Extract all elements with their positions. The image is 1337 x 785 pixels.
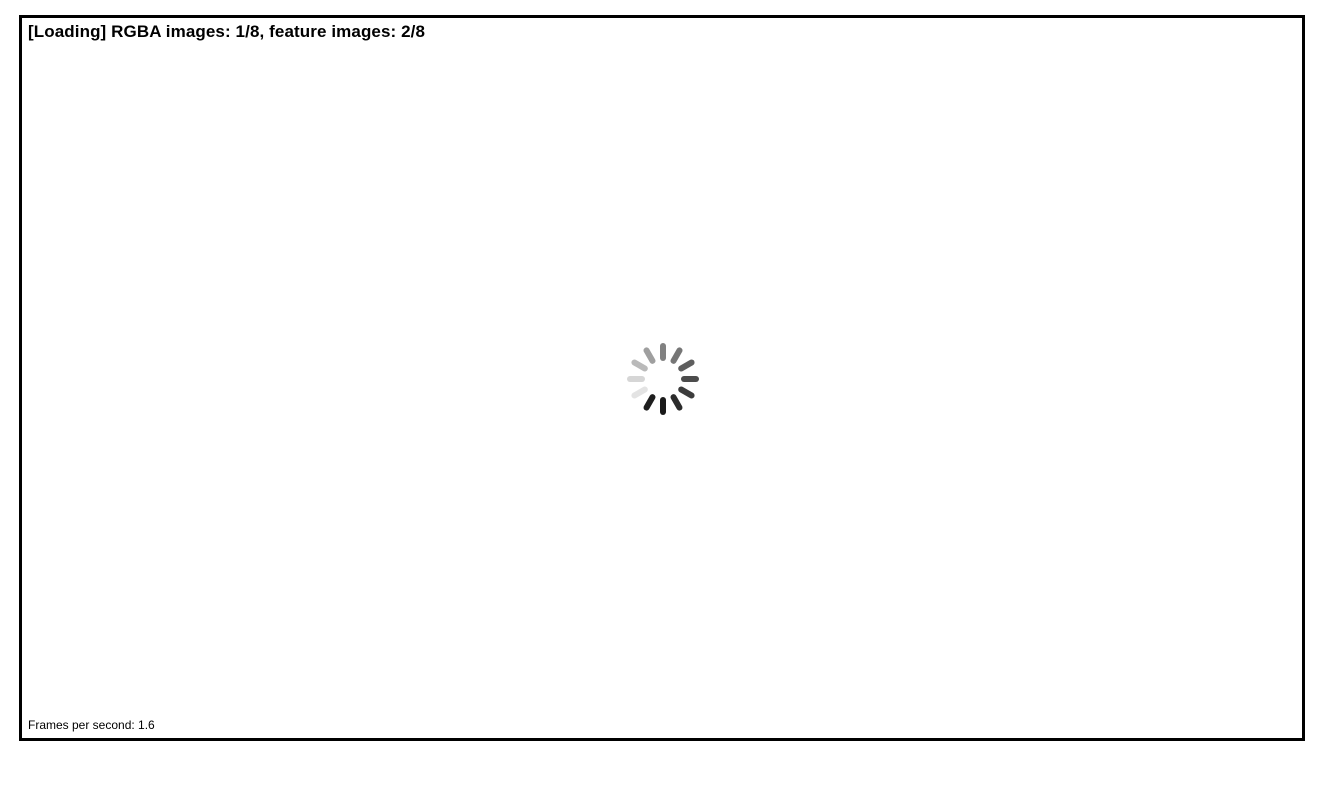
spinner-segment	[669, 346, 684, 365]
spinner-segment	[677, 358, 696, 373]
spinner-segment	[627, 376, 645, 382]
fps-readout: Frames per second: 1.6	[28, 718, 155, 732]
spinner-segment	[630, 385, 649, 400]
loading-status-text: [Loading] RGBA images: 1/8, feature imag…	[28, 22, 426, 41]
spinner-segment	[642, 393, 657, 412]
loading-spinner-icon	[625, 341, 701, 417]
spinner-segment	[681, 376, 699, 382]
spinner-segment	[630, 358, 649, 373]
spinner-segment	[669, 393, 684, 412]
spinner-segment	[677, 385, 696, 400]
spinner-segment	[660, 343, 666, 361]
spinner-segment	[660, 397, 666, 415]
viewer-canvas[interactable]: [Loading] RGBA images: 1/8, feature imag…	[19, 15, 1305, 741]
spinner-segment	[642, 346, 657, 365]
